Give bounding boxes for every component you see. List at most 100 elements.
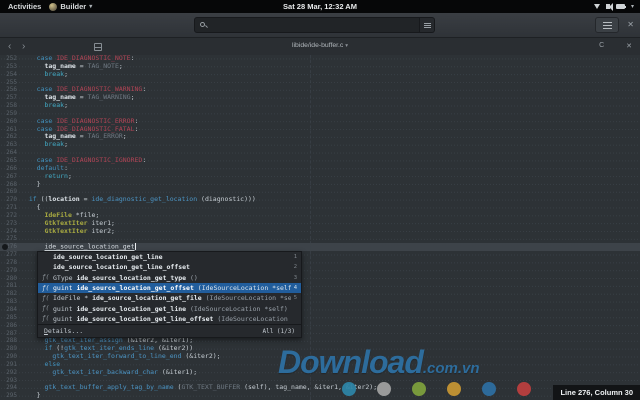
function-icon: ƒ(: [42, 315, 53, 322]
completion-item[interactable]: ide_source_location_get_line_offset2: [38, 262, 301, 272]
code-editor[interactable]: 252 case IDE_DIAGNOSTIC_NOTE:253 tag_nam…: [0, 55, 640, 400]
document-bar: ‹ › libide/ide-buffer.c ▾ C ✕: [0, 38, 640, 55]
line-number[interactable]: 265: [0, 157, 17, 165]
line-number[interactable]: 286: [0, 322, 17, 330]
line-text: gtk_text_buffer_apply_tag_by_name (GTK_T…: [17, 384, 377, 392]
line-number[interactable]: 263: [0, 141, 17, 149]
line-number[interactable]: 292: [0, 369, 17, 377]
line-number[interactable]: 293: [0, 377, 17, 385]
search-options-button[interactable]: [420, 17, 435, 33]
line-text: break;: [17, 141, 68, 149]
completion-item[interactable]: ƒ(guint ide_source_location_get_line_off…: [38, 314, 301, 324]
line-number[interactable]: 294: [0, 384, 17, 392]
line-number[interactable]: 258: [0, 102, 17, 110]
app-menu-button[interactable]: [595, 17, 619, 33]
line-number[interactable]: 270: [0, 196, 17, 204]
completion-item-label: guint ide_source_location_get_line (IdeS…: [53, 305, 291, 313]
line-text: [17, 322, 21, 330]
line-number[interactable]: 279: [0, 267, 17, 275]
line-number[interactable]: 271: [0, 204, 17, 212]
line-number[interactable]: 253: [0, 63, 17, 71]
details-link[interactable]: Details...: [44, 327, 83, 335]
line-number[interactable]: 284: [0, 306, 17, 314]
line-number[interactable]: 287: [0, 330, 17, 338]
line-number[interactable]: 256: [0, 86, 17, 94]
line-number[interactable]: 252: [0, 55, 17, 63]
code-line[interactable]: 294 gtk_text_buffer_apply_tag_by_name (G…: [0, 384, 640, 392]
line-number[interactable]: 259: [0, 110, 17, 118]
code-line[interactable]: 262 tag_name = TAG_ERROR;: [0, 133, 640, 141]
global-search-field[interactable]: [194, 17, 420, 33]
code-line[interactable]: 254 break;: [0, 71, 640, 79]
completion-item-label: guint ide_source_location_get_offset (Id…: [53, 284, 291, 292]
code-line[interactable]: 263 break;: [0, 141, 640, 149]
completion-item-label: GType ide_source_location_get_type (): [53, 274, 291, 282]
battery-icon: [616, 4, 625, 9]
line-text: [17, 298, 21, 306]
code-line[interactable]: 253 tag_name = TAG_NOTE;: [0, 63, 640, 71]
completion-item[interactable]: ƒ(guint ide_source_location_get_line (Id…: [38, 303, 301, 313]
line-number[interactable]: 275: [0, 235, 17, 243]
code-line[interactable]: 268 }: [0, 181, 640, 189]
line-number[interactable]: 280: [0, 275, 17, 283]
system-status-area[interactable]: ▾: [594, 0, 634, 13]
line-number[interactable]: 266: [0, 165, 17, 173]
line-number[interactable]: 257: [0, 94, 17, 102]
line-number[interactable]: 277: [0, 251, 17, 259]
code-line[interactable]: 290 gtk_text_iter_forward_to_line_end (&…: [0, 353, 640, 361]
code-line[interactable]: 265 case IDE_DIAGNOSTIC_IGNORED:: [0, 157, 640, 165]
completion-item[interactable]: ƒ(IdeFile * ide_source_location_get_file…: [38, 293, 301, 303]
code-line[interactable]: 267 return;: [0, 173, 640, 181]
code-line[interactable]: 274 GtkTextIter iter2;: [0, 228, 640, 236]
code-line[interactable]: 258 break;: [0, 102, 640, 110]
code-line[interactable]: 266 default:: [0, 165, 640, 173]
line-text: }: [17, 181, 41, 189]
code-line[interactable]: 295 }: [0, 392, 640, 400]
line-number[interactable]: 295: [0, 392, 17, 400]
line-text: ide_source_location_get: [17, 243, 136, 251]
completion-count: All (1/3): [262, 328, 295, 335]
line-number[interactable]: 288: [0, 337, 17, 345]
accelerator-hint: 3: [291, 275, 297, 281]
line-number[interactable]: 273: [0, 220, 17, 228]
line-number[interactable]: 278: [0, 259, 17, 267]
line-number[interactable]: 255: [0, 79, 17, 87]
line-number[interactable]: 260: [0, 118, 17, 126]
window-close-button[interactable]: ✕: [627, 21, 634, 29]
line-number[interactable]: 261: [0, 126, 17, 134]
line-number[interactable]: 267: [0, 173, 17, 181]
code-line[interactable]: 270 if ((location = ide_diagnostic_get_l…: [0, 196, 640, 204]
completion-item[interactable]: ƒ(GType ide_source_location_get_type ()3: [38, 273, 301, 283]
chevron-down-icon: ▾: [631, 3, 634, 10]
clock-label[interactable]: Sat 28 Mar, 12:32 AM: [0, 2, 640, 11]
line-number[interactable]: 291: [0, 361, 17, 369]
line-number[interactable]: 262: [0, 133, 17, 141]
line-number[interactable]: 290: [0, 353, 17, 361]
search-input[interactable]: [207, 22, 419, 29]
chevron-down-icon: ▾: [345, 43, 348, 49]
document-close-button[interactable]: ✕: [626, 42, 632, 50]
line-number[interactable]: 281: [0, 282, 17, 290]
document-title-dropdown[interactable]: libide/ide-buffer.c ▾: [0, 42, 640, 49]
completion-item-label: ide_source_location_get_line: [53, 253, 291, 261]
line-number[interactable]: 285: [0, 314, 17, 322]
completion-item[interactable]: ide_source_location_get_line1: [38, 252, 301, 262]
line-number[interactable]: 254: [0, 71, 17, 79]
line-number[interactable]: 289: [0, 345, 17, 353]
line-number[interactable]: 269: [0, 188, 17, 196]
function-icon: ƒ(: [42, 305, 53, 312]
line-number[interactable]: 274: [0, 228, 17, 236]
line-number[interactable]: 272: [0, 212, 17, 220]
network-icon: [594, 4, 600, 9]
completion-item[interactable]: ƒ(guint ide_source_location_get_offset (…: [38, 283, 301, 293]
code-line[interactable]: 257 tag_name = TAG_WARNING;: [0, 94, 640, 102]
line-number[interactable]: 264: [0, 149, 17, 157]
hamburger-icon: [603, 22, 612, 29]
line-number[interactable]: 282: [0, 290, 17, 298]
line-number[interactable]: 283: [0, 298, 17, 306]
line-text: [17, 267, 21, 275]
line-text: [17, 259, 21, 267]
code-line[interactable]: 292 gtk_text_iter_backward_char (&iter1)…: [0, 369, 640, 377]
code-line[interactable]: 276 ide_source_location_get: [0, 243, 640, 251]
line-number[interactable]: 268: [0, 181, 17, 189]
